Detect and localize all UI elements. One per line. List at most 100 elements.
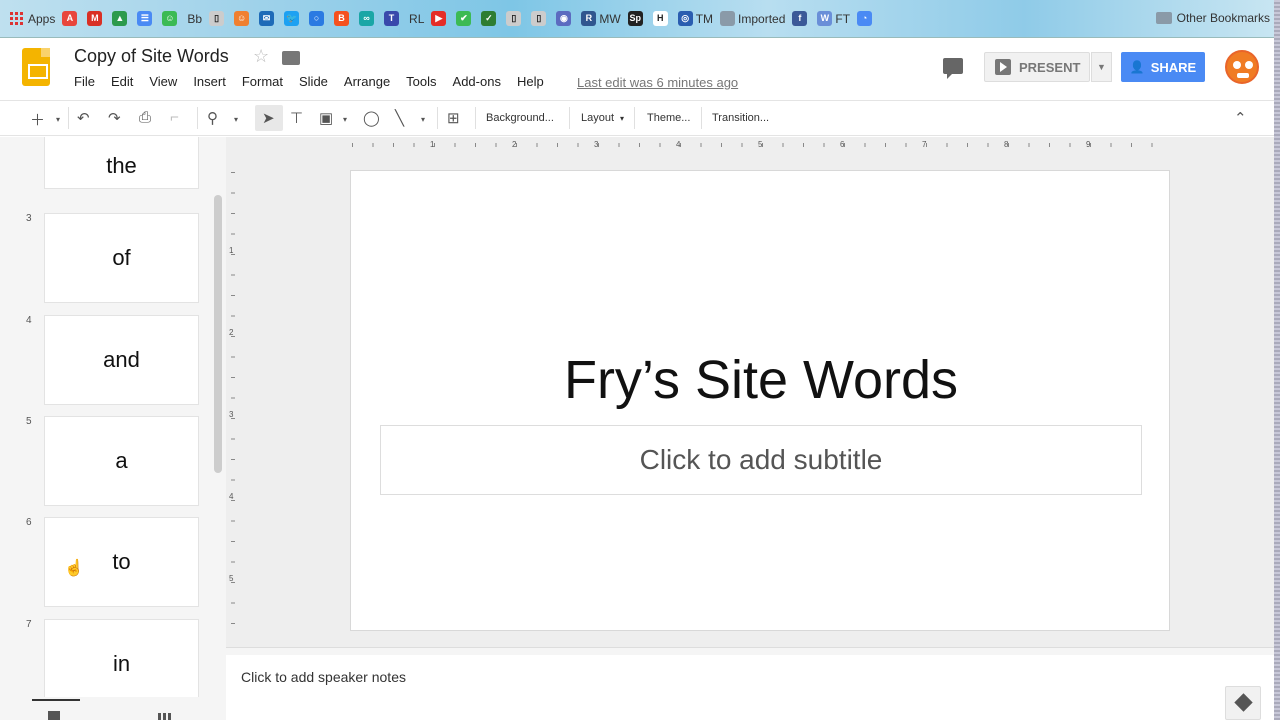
bookmark-item[interactable]: T (384, 11, 402, 26)
slide-thumbnail[interactable]: in (44, 619, 199, 709)
grid-view-icon[interactable] (158, 713, 172, 720)
undo-icon[interactable]: ↶ (77, 109, 90, 127)
account-avatar[interactable] (1225, 50, 1259, 84)
bookmark-item[interactable]: Imported (720, 11, 785, 26)
menu-edit[interactable]: Edit (111, 74, 133, 89)
new-slide-icon[interactable]: ＋ (30, 109, 45, 130)
bookmark-item[interactable]: ∞ (359, 11, 377, 26)
bookmark-item[interactable]: ◉ (556, 11, 574, 26)
bookmark-item[interactable]: ▶ (431, 11, 449, 26)
paint-format-icon[interactable]: ⌐ (170, 109, 179, 126)
menu-addons[interactable]: Add-ons (453, 74, 501, 89)
star-icon[interactable]: ☆ (253, 46, 269, 67)
add-comment-icon[interactable]: ⊞ (447, 109, 460, 127)
bookmark-item[interactable]: ▯ (506, 11, 524, 26)
bookmark-item[interactable]: ✓ (481, 11, 499, 26)
bookmark-item[interactable]: ◔ (857, 11, 875, 26)
bookmark-item[interactable]: A (62, 11, 80, 26)
bookmark-item[interactable]: f (792, 11, 810, 26)
print-icon[interactable]: ⎙ (139, 109, 151, 126)
bookmark-item[interactable]: B (334, 11, 352, 26)
bookmark-icon: ✓ (481, 11, 497, 26)
bookmark-item[interactable]: R MW (581, 11, 621, 26)
zoom-dropdown-icon[interactable]: ▾ (234, 115, 238, 124)
bookmark-icon: ▲ (112, 11, 128, 26)
menu-help[interactable]: Help (517, 74, 544, 89)
ruler-number: 4 (676, 140, 681, 149)
slide-thumbnail[interactable]: and (44, 315, 199, 405)
bookmark-item[interactable]: ✉ (259, 11, 277, 26)
present-dropdown-icon[interactable]: ▼ (1091, 52, 1112, 82)
move-folder-icon[interactable] (282, 51, 300, 65)
bookmark-icon: ▯ (209, 11, 225, 26)
thumbnail-text: of (112, 245, 131, 270)
present-button[interactable]: PRESENT (984, 52, 1090, 82)
menu-format[interactable]: Format (242, 74, 283, 89)
menu-slide[interactable]: Slide (299, 74, 328, 89)
bookmark-item[interactable]: W FT (817, 11, 850, 26)
bookmark-item[interactable]: Sp (627, 11, 646, 26)
bookmark-item[interactable]: ☺ (162, 11, 180, 26)
bookmark-item[interactable]: ○ (309, 11, 327, 26)
explore-icon[interactable] (1225, 686, 1261, 720)
filmstrip-view-icon[interactable] (48, 711, 60, 720)
other-bookmarks[interactable]: Other Bookmarks (1155, 11, 1270, 25)
menu-tools[interactable]: Tools (406, 74, 436, 89)
image-icon[interactable]: ▣ (319, 109, 333, 127)
zoom-icon[interactable]: ⚲ (207, 109, 218, 127)
menu-arrange[interactable]: Arrange (344, 74, 390, 89)
comments-icon[interactable] (943, 58, 963, 79)
filmstrip-scrollbar[interactable] (214, 195, 222, 473)
bookmark-icon: A (62, 11, 78, 26)
bookmark-item[interactable]: RL (409, 12, 424, 26)
menu-view[interactable]: View (149, 74, 177, 89)
image-dropdown-icon[interactable]: ▾ (343, 115, 347, 124)
slide-thumbnail[interactable]: a (44, 416, 199, 506)
thumbnail-text: in (112, 651, 131, 676)
current-slide[interactable]: Fry’s Site Words Click to add subtitle (350, 170, 1170, 631)
shape-icon[interactable]: ◯ (363, 109, 380, 127)
slide-thumbnail[interactable]: the (44, 137, 199, 189)
slide-number: 6 (26, 517, 32, 528)
redo-icon[interactable]: ↷ (108, 109, 121, 127)
new-slide-dropdown-icon[interactable]: ▾ (56, 115, 60, 124)
layout-dropdown-icon[interactable]: ▾ (620, 114, 624, 123)
last-edit-link[interactable]: Last edit was 6 minutes ago (577, 75, 738, 90)
bookmark-item[interactable]: ▯ (531, 11, 549, 26)
ruler-number: 5 (229, 574, 234, 583)
bookmark-item[interactable]: ✔ (456, 11, 474, 26)
menu-insert[interactable]: Insert (193, 74, 226, 89)
share-button[interactable]: 👤 SHARE (1121, 52, 1205, 82)
menu-file[interactable]: File (74, 74, 95, 89)
line-dropdown-icon[interactable]: ▾ (421, 115, 425, 124)
transition-button[interactable]: Transition... (712, 112, 769, 124)
select-cursor-icon[interactable]: ➤ (262, 109, 275, 127)
thumbnail-text: a (115, 448, 128, 473)
line-icon[interactable]: ╲ (395, 109, 404, 127)
speaker-notes-pane[interactable]: Click to add speaker notes (226, 655, 1274, 720)
text-box-icon[interactable]: ⊤ (290, 109, 303, 127)
background-button[interactable]: Background... (486, 112, 554, 124)
bookmarks-bar: Apps A M ▲ ☰ ☺ Bb ▯ ☺ ✉ 🐦 ○ B ∞ T RL ▶ ✔ ✓ ▯ ▯ ◉ R MW Sp H ◎ TM Imp… (0, 0, 1280, 38)
slide-thumbnail[interactable]: of (44, 213, 199, 303)
document-title[interactable]: Copy of Site Words (74, 46, 229, 67)
slides-logo-icon[interactable] (22, 48, 50, 86)
bookmark-item[interactable]: ☺ (234, 11, 252, 26)
bookmark-item[interactable]: ☰ (137, 11, 155, 26)
notes-resize-handle[interactable] (226, 647, 1274, 655)
subtitle-placeholder[interactable]: Click to add subtitle (380, 425, 1142, 495)
bookmark-item[interactable]: ▯ (209, 11, 227, 26)
bookmark-item[interactable]: M (87, 11, 105, 26)
apps-bookmark[interactable]: Apps (10, 12, 55, 26)
bookmark-item[interactable]: 🐦 (284, 11, 302, 26)
bookmark-icon: ✉ (259, 11, 275, 26)
bookmark-item[interactable]: Bb (187, 12, 202, 26)
bookmark-item[interactable]: ◎ TM (677, 11, 713, 26)
bookmark-item[interactable]: ▲ (112, 11, 130, 26)
theme-button[interactable]: Theme... (647, 112, 690, 124)
collapse-chevron-up-icon[interactable]: ⌃ (1234, 109, 1247, 127)
bookmark-item[interactable]: H (652, 11, 671, 26)
slide-title[interactable]: Fry’s Site Words (351, 349, 1171, 411)
bookmark-icon: ◎ (677, 11, 693, 26)
layout-button[interactable]: Layout (581, 112, 614, 124)
